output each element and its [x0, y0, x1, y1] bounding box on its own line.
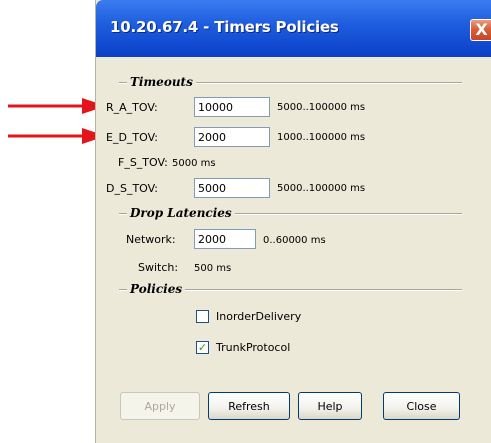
ed-tov-input[interactable]	[194, 127, 270, 147]
window-title: 10.20.67.4 - Timers Policies	[110, 18, 339, 36]
network-range: 0..60000 ms	[263, 235, 326, 246]
fs-tov-value: 5000 ms	[172, 158, 216, 169]
trunk-protocol-checkbox[interactable]: ✓	[196, 341, 209, 354]
network-label: Network:	[126, 233, 176, 246]
close-window-button[interactable]: X	[470, 19, 491, 41]
switch-value: 500 ms	[194, 263, 232, 274]
inorder-delivery-label[interactable]: InorderDelivery	[216, 310, 301, 324]
drop-latencies-group-title: Drop Latencies	[127, 206, 235, 220]
ed-tov-range: 1000..100000 ms	[277, 132, 366, 143]
ed-tov-label: E_D_TOV:	[106, 131, 158, 144]
switch-label: Switch:	[138, 261, 179, 274]
checkmark-icon: ✓	[197, 341, 208, 354]
inorder-delivery-checkbox[interactable]	[196, 310, 209, 323]
ra-tov-label: R_A_TOV:	[106, 101, 158, 114]
ds-tov-range: 5000..100000 ms	[277, 183, 366, 194]
red-arrow-ed-tov	[8, 128, 106, 144]
timeouts-group-title: Timeouts	[127, 75, 196, 89]
red-arrow-ra-tov	[8, 98, 106, 114]
apply-button[interactable]: Apply	[120, 392, 200, 420]
ra-tov-range: 5000..100000 ms	[277, 102, 366, 113]
policies-group-title: Policies	[127, 282, 186, 296]
refresh-button[interactable]: Refresh	[208, 392, 290, 420]
network-input[interactable]	[194, 229, 256, 249]
ds-tov-input[interactable]	[194, 178, 270, 198]
screenshot-canvas: 10.20.67.4 - Timers Policies X Timeouts …	[0, 0, 491, 443]
help-button[interactable]: Help	[298, 392, 362, 420]
ds-tov-label: D_S_TOV:	[106, 182, 158, 195]
ra-tov-input[interactable]	[194, 97, 270, 117]
close-icon: X	[475, 20, 488, 39]
close-button[interactable]: Close	[383, 392, 460, 420]
fs-tov-label: F_S_TOV:	[118, 156, 168, 169]
title-bar[interactable]: 10.20.67.4 - Timers Policies X	[96, 0, 491, 57]
timers-policies-dialog: 10.20.67.4 - Timers Policies X Timeouts …	[95, 0, 491, 443]
trunk-protocol-label[interactable]: TrunkProtocol	[216, 341, 290, 355]
